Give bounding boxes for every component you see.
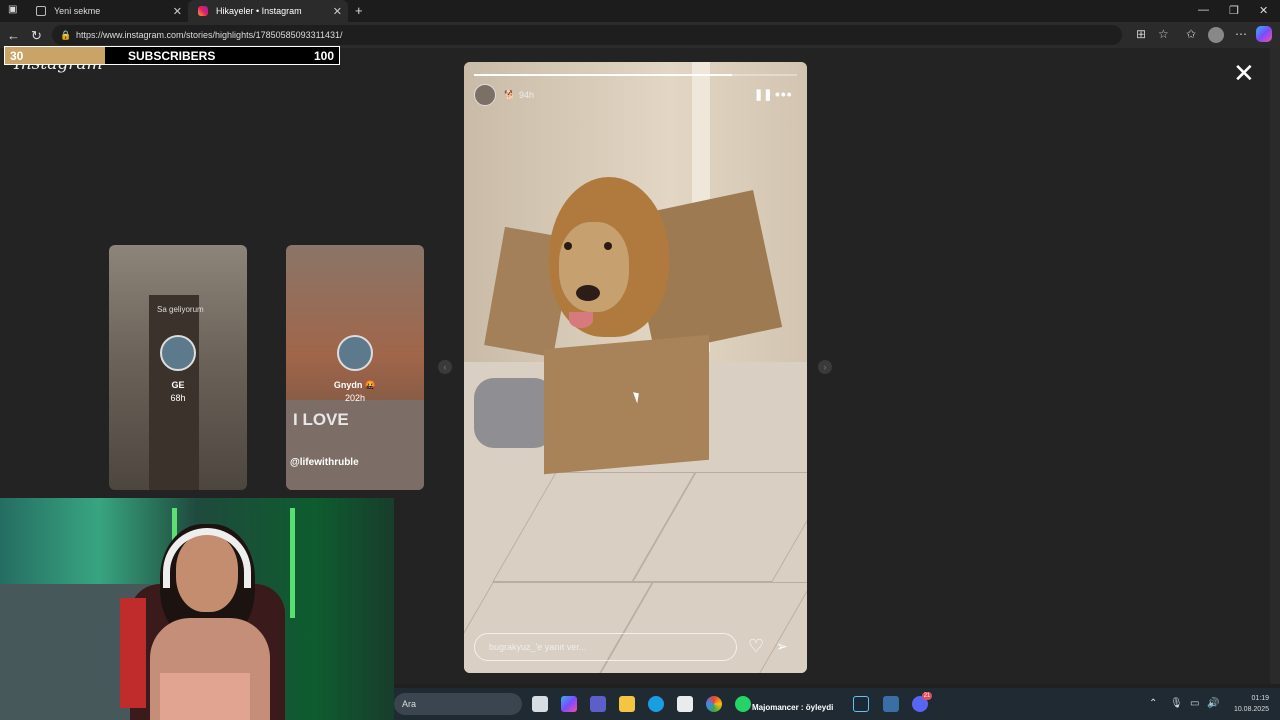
app-available-icon[interactable]: ⊞ (1136, 27, 1146, 41)
scrollbar[interactable] (1270, 48, 1280, 684)
story-preview-time: 202h (344, 393, 366, 403)
story-preview-username: Gnydn 🤬 (333, 380, 377, 390)
close-tab-icon[interactable]: ✕ (333, 5, 342, 18)
avatar[interactable] (474, 84, 496, 106)
tab-label: Yeni sekme (54, 6, 101, 16)
story-preview-username: GE (171, 380, 185, 390)
browser-tab-bar: ▣ Yeni sekme ✕ Hikayeler • Instagram ✕ +… (0, 0, 1280, 22)
address-bar-row: ← ↻ 🔒 https://www.instagram.com/stories/… (0, 22, 1280, 48)
webcam-overlay (0, 498, 394, 720)
instagram-icon (198, 6, 208, 16)
dog-emoji-icon: 🐕 (504, 90, 516, 100)
page-icon (36, 6, 46, 16)
next-story-button[interactable]: › (818, 360, 832, 374)
volume-icon[interactable]: 🔊 (1207, 698, 1219, 709)
more-menu-icon[interactable]: ⋯ (1235, 27, 1247, 41)
tab-label: Hikayeler • Instagram (216, 6, 302, 16)
edge-icon[interactable] (648, 696, 664, 712)
store-icon[interactable] (677, 696, 693, 712)
avatar (160, 335, 196, 371)
story-preview-note: Sa geliyorum (157, 305, 204, 314)
chevron-up-icon[interactable]: ⌃ (1149, 698, 1157, 709)
dog-eye (564, 242, 572, 250)
story-progress-bar (474, 74, 797, 76)
previous-story-button[interactable]: ‹ (438, 360, 452, 374)
restore-icon[interactable]: ❐ (1229, 4, 1239, 17)
story-preview[interactable]: Sa geliyorum GE 68h (109, 245, 247, 490)
dog-eye (604, 242, 612, 250)
more-icon[interactable]: ••• (775, 86, 793, 102)
taskbar-search[interactable]: Ara (394, 693, 522, 715)
refresh-icon[interactable]: ↻ (31, 28, 42, 44)
clock-time: 01:19 (1251, 695, 1269, 702)
minimize-icon[interactable]: — (1198, 4, 1209, 16)
pause-icon[interactable]: ❚❚ (754, 88, 772, 101)
new-tab-button[interactable]: + (355, 3, 363, 18)
tab-actions-icon[interactable]: ▣ (8, 4, 17, 15)
clock-date: 10.08.2025 (1233, 706, 1269, 713)
teams-icon[interactable] (590, 696, 606, 712)
reply-input[interactable]: bugrakyuz_'e yanıt ver... (474, 633, 737, 661)
copilot-icon[interactable] (561, 696, 577, 712)
towel (474, 378, 554, 448)
story-progress-fill (474, 74, 733, 76)
app-icon[interactable] (883, 696, 899, 712)
story-time: 94h (519, 90, 535, 100)
lock-icon: 🔒 (60, 30, 72, 40)
task-view-icon[interactable] (532, 696, 548, 712)
subscriber-goal: 100 (313, 49, 334, 63)
copilot-icon[interactable] (1256, 26, 1272, 42)
url-field[interactable]: 🔒 https://www.instagram.com/stories/high… (52, 25, 1122, 45)
system-clock[interactable]: 01:19 10.08.2025 (1229, 693, 1269, 715)
taskbar (394, 688, 1280, 720)
profile-avatar[interactable] (1208, 27, 1224, 43)
tab-new-tab[interactable]: Yeni sekme ✕ (26, 0, 188, 22)
steam-icon[interactable] (853, 696, 869, 712)
story-preview-time: 68h (170, 393, 186, 403)
microphone-icon[interactable]: 🎙 (1170, 698, 1183, 709)
favorites-icon[interactable]: ✩ (1186, 27, 1196, 41)
story-preview-caption: I LOVE (293, 410, 349, 429)
back-arrow-icon[interactable]: ← (7, 28, 20, 43)
close-tab-icon[interactable]: ✕ (173, 5, 182, 18)
heart-icon[interactable]: ♡ (748, 636, 764, 657)
notification-badge: 21 (922, 692, 932, 700)
file-explorer-icon[interactable] (619, 696, 635, 712)
running-app-label[interactable]: Majomancer : öyleydi (752, 703, 833, 712)
network-icon[interactable]: ▭ (1190, 698, 1199, 709)
streamer-top (160, 673, 250, 720)
story-preview[interactable]: Gnydn 🤬 202h I LOVE @lifewithruble (286, 245, 424, 490)
url-text: https://www.instagram.com/stories/highli… (76, 30, 343, 40)
subscriber-current: 30 (10, 49, 24, 63)
whatsapp-icon[interactable] (735, 696, 751, 712)
story-preview-handle: @lifewithruble (290, 457, 359, 468)
subscriber-label: SUBSCRIBERS (128, 49, 216, 63)
subscriber-goal-bar: 30 SUBSCRIBERS 100 (4, 46, 340, 65)
tab-instagram-stories[interactable]: Hikayeler • Instagram ✕ (188, 0, 348, 22)
close-icon[interactable]: ✕ (1233, 60, 1255, 86)
close-window-icon[interactable]: ✕ (1259, 4, 1268, 17)
led-strip (290, 508, 295, 618)
favorite-star-icon[interactable]: ☆ (1158, 27, 1169, 41)
chrome-icon[interactable] (706, 696, 722, 712)
dog-tongue (569, 312, 593, 328)
dog-nose (576, 285, 600, 301)
cardboard-box (544, 334, 709, 475)
avatar (337, 335, 373, 371)
chair-trim (120, 598, 146, 708)
send-icon[interactable]: ➢ (776, 638, 788, 655)
active-story[interactable]: 🐕 94h ❚❚ ••• bugrakyuz_'e yanıt ver... ♡… (464, 62, 807, 673)
